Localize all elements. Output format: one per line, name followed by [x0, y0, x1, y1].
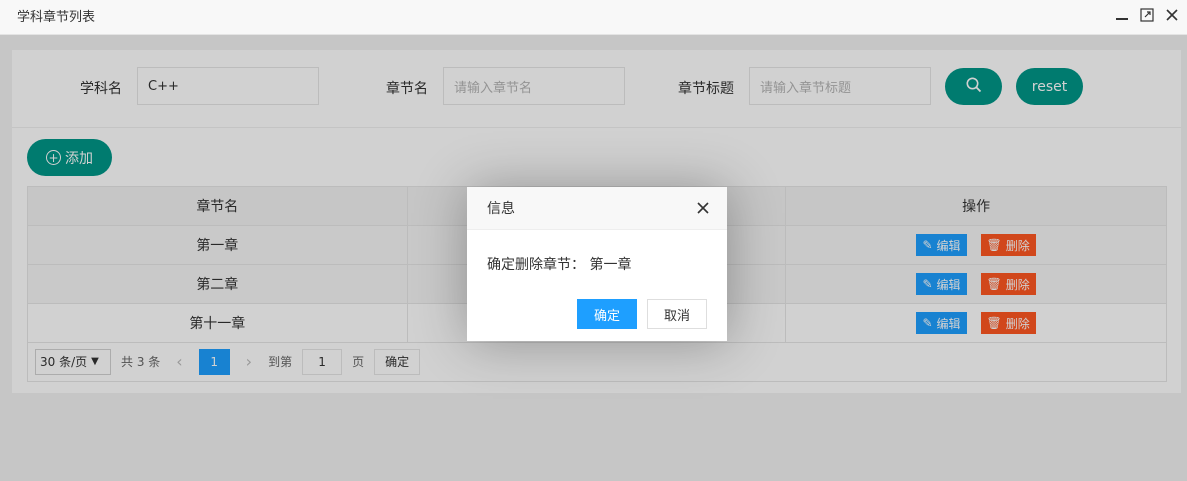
maximize-icon[interactable] — [1138, 6, 1156, 24]
dialog-message: 确定删除章节： 第一章 — [487, 257, 632, 273]
confirm-button[interactable]: 确定 — [577, 299, 637, 329]
dialog-header: 信息 — [467, 187, 727, 230]
close-icon[interactable] — [695, 200, 711, 216]
dialog-footer: 确定 取消 — [577, 299, 707, 329]
close-icon[interactable] — [1163, 6, 1181, 24]
cancel-button[interactable]: 取消 — [647, 299, 707, 329]
dialog-title: 信息 — [487, 201, 515, 217]
window-title: 学科章节列表 — [17, 10, 96, 25]
window-titlebar: 学科章节列表 — [0, 0, 1187, 35]
minimize-icon[interactable] — [1113, 6, 1131, 24]
confirm-dialog: 信息 确定删除章节： 第一章 确定 取消 — [467, 187, 727, 341]
